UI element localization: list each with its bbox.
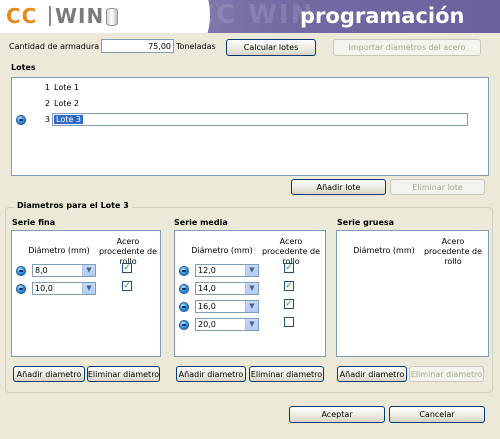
serie-media-panel: Diámetro (mm) Acero procedente de rollo … <box>174 230 326 357</box>
calcular-lotes-button[interactable]: Calcular lotes <box>226 39 316 56</box>
serie-fina-panel: Diámetro (mm) Acero procedente de rollo … <box>11 230 161 357</box>
banner-title: programación <box>300 4 465 28</box>
lote-name: Lote 1 <box>54 83 79 92</box>
lote-name-selected-text: Lote 3 <box>54 115 83 124</box>
eliminar-diametro-button-gruesa[interactable]: Eliminar diametro <box>409 366 484 382</box>
lote-row[interactable]: 2 Lote 2 <box>12 97 482 111</box>
acero-rollo-checkbox[interactable]: ✓ <box>122 281 132 291</box>
logo-win: WIN <box>55 4 105 28</box>
diametro-value: 10,0 <box>35 284 53 293</box>
acero-rollo-checkbox[interactable]: ✓ <box>122 263 132 273</box>
row-indicator-icon <box>16 266 26 276</box>
cantidad-value: 75,00 <box>148 41 171 51</box>
diametro-column-header: Diámetro (mm) <box>28 246 90 255</box>
diametro-value: 16,0 <box>198 302 216 311</box>
diametro-column-header: Diámetro (mm) <box>353 246 415 255</box>
diametro-combo[interactable]: 10,0 ▼ <box>32 282 96 295</box>
logo-cc: CC <box>6 4 38 28</box>
lote-row-selected[interactable]: 3 Lote 3 <box>12 113 482 127</box>
lote-name: Lote 2 <box>54 99 79 108</box>
row-indicator-icon <box>179 320 189 330</box>
cancelar-button[interactable]: Cancelar <box>389 406 485 423</box>
serie-gruesa-title: Serie gruesa <box>337 218 395 227</box>
lote-number: 1 <box>44 83 50 92</box>
diametro-value: 12,0 <box>198 266 216 275</box>
serie-fina-title: Serie fina <box>12 218 56 227</box>
importar-diametros-button[interactable]: Importar diametros del acero <box>333 39 481 56</box>
lote-number: 2 <box>44 99 50 108</box>
diametro-value: 20,0 <box>198 320 216 329</box>
row-indicator-icon <box>16 284 26 294</box>
eliminar-lote-button[interactable]: Eliminar lote <box>390 179 485 195</box>
lote-row[interactable]: 1 Lote 1 <box>12 81 482 95</box>
database-icon <box>106 8 118 26</box>
acero-rollo-checkbox[interactable] <box>284 317 294 327</box>
serie-media-title: Serie media <box>174 218 228 227</box>
header-banner: CC WIN CC WIN programación <box>0 0 500 33</box>
lote-number: 3 <box>44 115 50 124</box>
eliminar-diametro-button-fina[interactable]: Eliminar diametro <box>87 366 160 382</box>
lotes-list[interactable]: 1 Lote 1 2 Lote 2 3 Lote 3 <box>11 77 489 176</box>
row-indicator-icon <box>179 284 189 294</box>
toneladas-label: Toneladas <box>176 42 216 51</box>
lotes-section-label: Lotes <box>11 63 36 72</box>
banner-watermark: CC WIN <box>195 0 315 30</box>
anadir-diametro-button-gruesa[interactable]: Añadir diametro <box>337 366 407 382</box>
lote-name-edit-field[interactable]: Lote 3 <box>52 113 468 126</box>
eliminar-diametro-button-media[interactable]: Eliminar diametro <box>249 366 324 382</box>
chevron-down-icon[interactable]: ▼ <box>82 265 95 276</box>
chevron-down-icon[interactable]: ▼ <box>245 319 258 330</box>
acero-rollo-checkbox[interactable]: ✓ <box>284 299 294 309</box>
row-indicator-icon <box>179 266 189 276</box>
chevron-down-icon[interactable]: ▼ <box>245 283 258 294</box>
diametro-value: 8,0 <box>35 266 48 275</box>
anadir-diametro-button-fina[interactable]: Añadir diametro <box>13 366 85 382</box>
acero-rollo-checkbox[interactable]: ✓ <box>284 281 294 291</box>
diametro-combo[interactable]: 14,0 ▼ <box>195 282 259 295</box>
chevron-down-icon[interactable]: ▼ <box>245 265 258 276</box>
diametro-combo[interactable]: 16,0 ▼ <box>195 300 259 313</box>
acero-column-header: Acero procedente de rollo <box>423 237 483 266</box>
chevron-down-icon[interactable]: ▼ <box>82 283 95 294</box>
serie-gruesa-panel: Diámetro (mm) Acero procedente de rollo <box>336 230 489 357</box>
chevron-down-icon[interactable]: ▼ <box>245 301 258 312</box>
aceptar-button[interactable]: Aceptar <box>289 406 385 423</box>
diametro-combo[interactable]: 12,0 ▼ <box>195 264 259 277</box>
diametro-combo[interactable]: 20,0 ▼ <box>195 318 259 331</box>
acero-rollo-checkbox[interactable]: ✓ <box>284 263 294 273</box>
row-indicator-icon <box>179 302 189 312</box>
diametro-combo[interactable]: 8,0 ▼ <box>32 264 96 277</box>
cantidad-input[interactable]: 75,00 <box>101 39 174 53</box>
diametro-value: 14,0 <box>198 284 216 293</box>
diametros-group-label: Diametros para el Lote 3 <box>14 201 132 210</box>
diametro-column-header: Diámetro (mm) <box>191 246 253 255</box>
anadir-diametro-button-media[interactable]: Añadir diametro <box>176 366 246 382</box>
anadir-lote-button[interactable]: Añadir lote <box>291 179 386 195</box>
logo-separator <box>49 6 51 26</box>
cantidad-label: Cantidad de armadura <box>9 42 100 51</box>
selected-row-indicator-icon <box>16 115 26 125</box>
